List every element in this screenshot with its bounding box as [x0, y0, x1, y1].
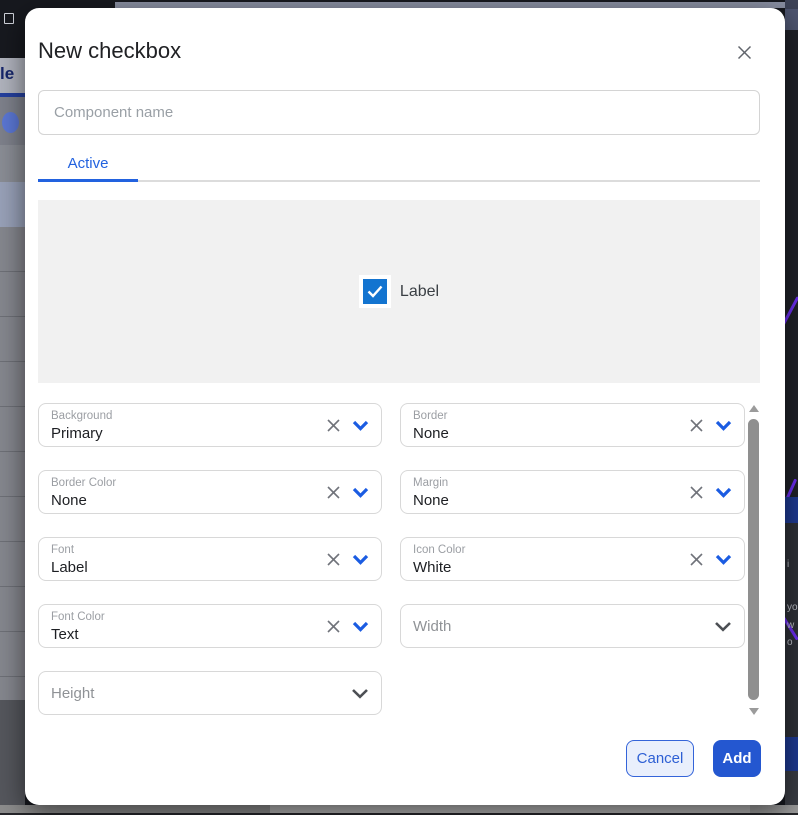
field-label: Width [401, 605, 744, 647]
chevron-down-icon [351, 688, 369, 699]
background-blue-bar-fragment [785, 737, 798, 771]
component-name-input[interactable] [38, 90, 760, 135]
field-label: Border [413, 410, 448, 422]
field-label: Background [51, 410, 112, 422]
clear-icon[interactable] [689, 552, 704, 567]
background-page-fragment [785, 771, 798, 805]
background-page-fragment [785, 9, 798, 30]
tab-bar: Active [38, 147, 760, 182]
clear-icon[interactable] [326, 485, 341, 500]
field-value: Text [51, 626, 79, 643]
add-button[interactable]: Add [713, 740, 761, 777]
chevron-down-icon [715, 487, 732, 498]
field-label: Icon Color [413, 544, 465, 556]
scroll-up-arrow-icon[interactable] [749, 405, 759, 412]
clear-icon[interactable] [689, 485, 704, 500]
background-clipped-text: o [787, 638, 793, 648]
background-blue-bar-fragment [785, 497, 798, 523]
chevron-down-icon [714, 621, 732, 632]
field-value: None [413, 492, 449, 509]
background-clipped-text: w [787, 621, 794, 631]
field-label: Margin [413, 477, 448, 489]
field-height[interactable]: Height [38, 671, 382, 715]
background-window-icon [4, 13, 14, 24]
dialog-title: New checkbox [38, 38, 181, 64]
checkbox-preview: Label [359, 275, 439, 308]
field-width[interactable]: Width [400, 604, 745, 648]
background-page-fragment [0, 700, 25, 805]
background-button-fragment [2, 112, 19, 133]
clear-icon[interactable] [326, 552, 341, 567]
checkbox-checked-icon [363, 279, 387, 304]
field-value: None [51, 492, 87, 509]
field-label: Font Color [51, 611, 105, 623]
background-footer-strip [270, 805, 750, 813]
fields-scrollbar [748, 403, 760, 715]
chevron-down-icon [715, 554, 732, 565]
clear-icon[interactable] [326, 619, 341, 634]
field-value: None [413, 425, 449, 442]
tab-active[interactable]: Active [38, 147, 138, 182]
field-border-color[interactable]: Border Color None [38, 470, 382, 514]
field-label: Height [39, 672, 381, 714]
chevron-down-icon [715, 420, 732, 431]
scroll-down-arrow-icon[interactable] [749, 708, 759, 715]
chevron-down-icon [352, 420, 369, 431]
background-selected-row-fragment [0, 182, 25, 227]
checkbox-preview-label: Label [400, 283, 439, 301]
chevron-down-icon [352, 487, 369, 498]
chevron-down-icon [352, 554, 369, 565]
scrollbar-thumb[interactable] [748, 419, 759, 700]
new-checkbox-dialog: New checkbox Active Label Background Pri… [25, 8, 785, 805]
field-background[interactable]: Background Primary [38, 403, 382, 447]
cancel-button[interactable]: Cancel [626, 740, 694, 777]
field-value: Label [51, 559, 88, 576]
clear-icon[interactable] [689, 418, 704, 433]
background-table-rows-fragment [0, 227, 25, 700]
component-preview-panel: Label [38, 200, 760, 383]
field-border[interactable]: Border None [400, 403, 745, 447]
x-mark-icon [736, 44, 753, 61]
field-font-color[interactable]: Font Color Text [38, 604, 382, 648]
field-font[interactable]: Font Label [38, 537, 382, 581]
chevron-down-icon [352, 621, 369, 632]
checkbox-box [359, 275, 391, 308]
dialog-actions: Cancel Add [626, 740, 761, 777]
field-icon-color[interactable]: Icon Color White [400, 537, 745, 581]
background-page-fragment [785, 0, 798, 9]
field-label: Font [51, 544, 74, 556]
field-value: White [413, 559, 451, 576]
field-label: Border Color [51, 477, 116, 489]
background-page-fragment: le [0, 58, 25, 95]
background-clipped-text: le [0, 64, 14, 84]
field-value: Primary [51, 425, 103, 442]
field-margin[interactable]: Margin None [400, 470, 745, 514]
style-fields-grid: Background Primary Border None Border Co… [38, 403, 745, 715]
background-page-fragment [0, 145, 25, 182]
background-clipped-text: yo [787, 603, 798, 613]
background-page-fragment [0, 97, 25, 145]
background-clipped-text: i [787, 560, 789, 570]
clear-icon[interactable] [326, 418, 341, 433]
close-icon[interactable] [734, 42, 754, 62]
